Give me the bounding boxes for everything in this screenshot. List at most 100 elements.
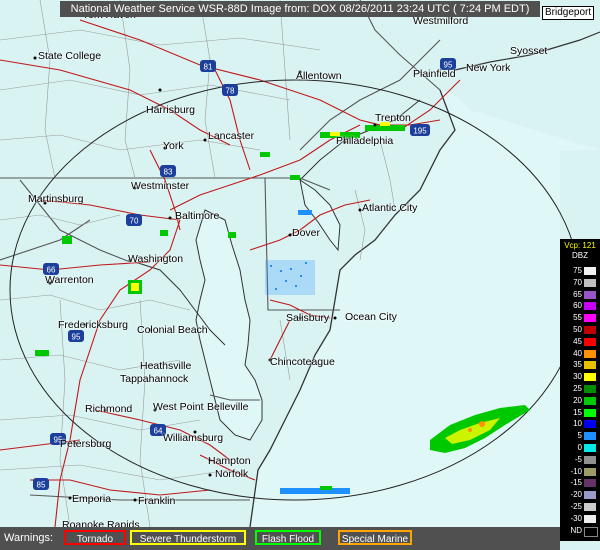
- svg-text:85: 85: [37, 481, 46, 490]
- legend-swatch: [584, 503, 596, 511]
- city-washington: Washington: [128, 253, 184, 265]
- city-hampton: Hampton: [208, 455, 251, 467]
- legend-swatch: [584, 267, 596, 275]
- city-belleville: Belleville: [207, 401, 249, 413]
- legend-value: -20: [570, 490, 582, 500]
- legend-value: 75: [573, 266, 582, 275]
- warning-flash-flood[interactable]: Flash Flood: [255, 530, 321, 545]
- legend-row-40: 40: [562, 349, 598, 359]
- legend-row-35: 35: [562, 360, 598, 370]
- legend-row-0: 0: [562, 443, 598, 453]
- shield-i-95-north: 95: [68, 330, 84, 342]
- image-title-bar: National Weather Service WSR-88D Image f…: [60, 1, 540, 17]
- legend-row-45: 45: [562, 337, 598, 347]
- legend-value: -5: [574, 454, 582, 464]
- shield-i-195: 195: [410, 124, 430, 136]
- legend-row-75: 75: [562, 266, 598, 276]
- legend-swatch: [584, 337, 596, 346]
- city-york: York: [163, 140, 184, 152]
- city-trenton: Trenton: [375, 112, 411, 124]
- legend-value: 45: [573, 336, 582, 346]
- legend-value: 35: [573, 360, 582, 370]
- city-plainfield: Plainfield: [413, 68, 456, 80]
- shield-i-81: 81: [200, 60, 216, 72]
- legend-value: 25: [573, 384, 582, 393]
- legend-row-60: 60: [562, 301, 598, 311]
- city-martinsburg: Martinsburg: [28, 193, 84, 205]
- legend-value: 70: [573, 277, 582, 287]
- legend-swatch: [584, 290, 596, 299]
- svg-text:70: 70: [130, 217, 139, 226]
- legend-swatch: [584, 326, 596, 334]
- city-state-college: State College: [38, 50, 102, 62]
- legend-swatch: [584, 361, 596, 370]
- city-warrenton: Warrenton: [45, 274, 94, 286]
- legend-row-65: 65: [562, 290, 598, 300]
- legend-swatch: [584, 479, 596, 488]
- legend-swatch: [584, 385, 596, 393]
- legend-swatch: [584, 467, 596, 476]
- warnings-bar: Warnings: Tornado Severe Thunderstorm Fl…: [0, 527, 560, 550]
- shield-i-83: 83: [160, 165, 176, 177]
- shield-i-70: 70: [126, 214, 142, 226]
- echo-fredericksburg: [128, 280, 142, 294]
- city-atlantic-city: Atlantic City: [362, 202, 418, 214]
- legend-row--25: -25: [562, 502, 598, 512]
- legend-row--20: -20: [562, 490, 598, 500]
- legend-value: 0: [577, 443, 582, 452]
- city-bridgeport: Bridgeport: [542, 6, 595, 20]
- city-heathsville: Heathsville: [140, 360, 192, 372]
- legend-value: 30: [573, 372, 582, 382]
- legend-unit: DBZ: [572, 251, 588, 260]
- warnings-label: Warnings:: [4, 532, 54, 544]
- legend-value: 40: [573, 348, 582, 358]
- legend-row-15: 15: [562, 408, 598, 418]
- city-harrisburg: Harrisburg: [146, 104, 196, 116]
- city-allentown: Allentown: [296, 70, 342, 82]
- legend-swatch: [584, 420, 596, 429]
- svg-text:195: 195: [413, 127, 427, 136]
- svg-text:64: 64: [154, 427, 163, 436]
- city-tappahannock: Tappahannock: [120, 373, 189, 385]
- legend-row-70: 70: [562, 278, 598, 288]
- legend-value: ND: [570, 525, 582, 535]
- legend-value: -15: [570, 478, 582, 488]
- legend-row-50: 50: [562, 325, 598, 335]
- legend-swatch: [584, 491, 596, 500]
- legend-value: 20: [573, 395, 582, 405]
- svg-text:81: 81: [204, 63, 213, 72]
- warning-severe-thunderstorm[interactable]: Severe Thunderstorm: [130, 530, 246, 545]
- legend-swatch: [584, 526, 598, 537]
- warning-special-marine[interactable]: Special Marine: [338, 530, 412, 545]
- legend-swatch: [584, 396, 596, 405]
- svg-text:95: 95: [72, 333, 81, 342]
- warning-tornado[interactable]: Tornado: [64, 530, 126, 545]
- legend-value: -25: [570, 502, 582, 511]
- legend-row--15: -15: [562, 478, 598, 488]
- shield-i-78: 78: [222, 84, 238, 96]
- city-petersburg: Petersburg: [60, 438, 112, 450]
- svg-text:83: 83: [164, 168, 173, 177]
- city-new-york: New York: [466, 62, 511, 74]
- legend-swatch: [584, 455, 596, 464]
- city-westminster: Westminster: [131, 180, 190, 192]
- legend-value: 55: [573, 313, 582, 323]
- city-colonial-beach: Colonial Beach: [137, 324, 208, 336]
- city-emporia: Emporia: [72, 493, 112, 505]
- city-williamsburg: Williamsburg: [163, 432, 224, 444]
- city-fredericksburg: Fredericksburg: [58, 319, 129, 331]
- legend-swatch: [584, 444, 596, 452]
- shield-i-85: 85: [33, 478, 49, 490]
- legend-swatch: [584, 314, 596, 323]
- legend-value: 5: [577, 431, 582, 441]
- legend-row--5: -5: [562, 455, 598, 465]
- legend-value: 10: [573, 419, 582, 429]
- legend-value: -30: [570, 513, 582, 523]
- legend-row-10: 10: [562, 419, 598, 429]
- city-norfolk: Norfolk: [215, 468, 249, 480]
- legend-row-30: 30: [562, 372, 598, 382]
- city-syosset: Syosset: [510, 45, 548, 57]
- legend-swatch: [584, 408, 596, 417]
- legend-product: Vcp: 121: [564, 241, 596, 250]
- city-salisbury: Salisbury: [286, 312, 330, 324]
